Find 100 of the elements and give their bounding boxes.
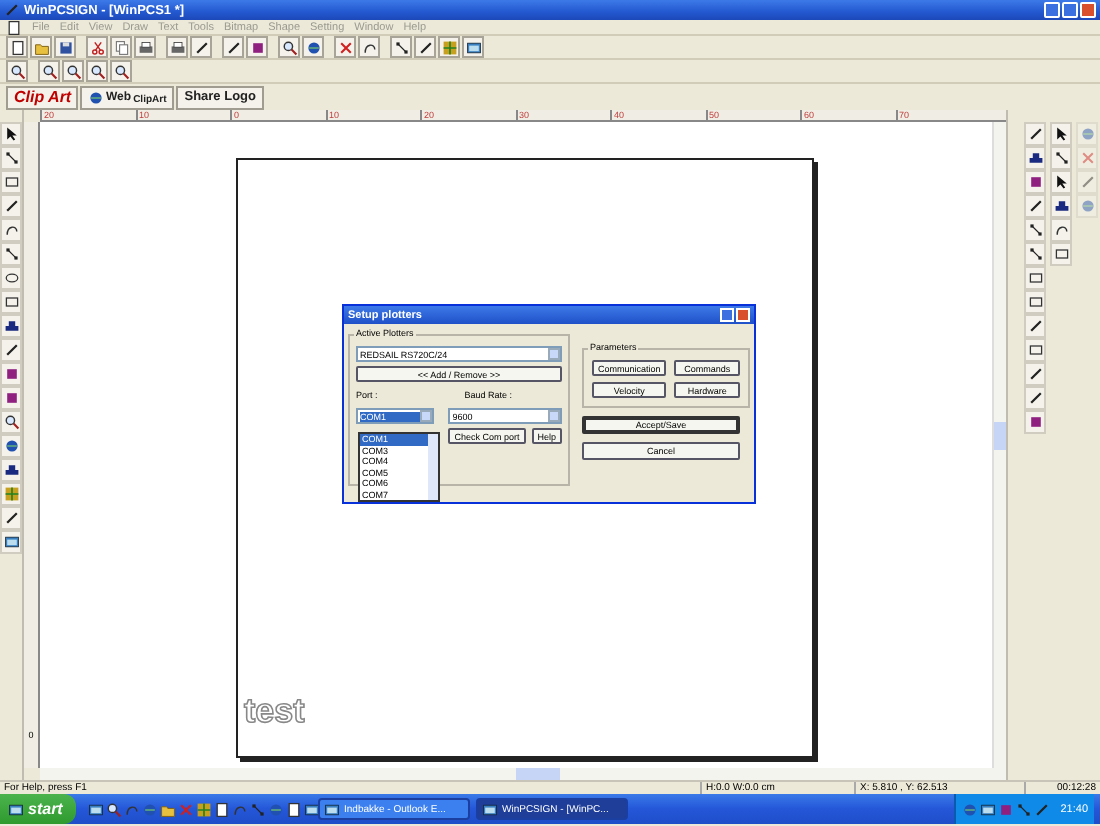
scroll-bar[interactable]: [992, 122, 1006, 768]
pen-icon: [1027, 198, 1043, 214]
folder-icon: [33, 39, 49, 55]
rect-icon: [1027, 342, 1043, 358]
page-icon: [286, 801, 302, 817]
grid-icon: [196, 801, 212, 817]
curve-icon: [124, 801, 140, 817]
stamp-icon: [1053, 198, 1069, 214]
node-icon: [393, 39, 409, 55]
toolbar-button[interactable]: [462, 36, 484, 58]
toolbar-button[interactable]: [54, 36, 76, 58]
globe-icon: [1079, 126, 1095, 142]
help-button[interactable]: [720, 308, 734, 322]
globe-icon: [142, 801, 158, 817]
toolbar-button[interactable]: [278, 36, 300, 58]
pen-icon: [3, 198, 19, 214]
square-icon: [3, 390, 19, 406]
square-icon: [998, 801, 1015, 817]
taskbar-button[interactable]: [106, 801, 122, 817]
magnifier-icon: [106, 801, 122, 817]
rect-icon: [3, 294, 19, 310]
node-icon: [3, 246, 19, 262]
magnifier-icon: [41, 63, 57, 79]
scissors-icon: [89, 39, 105, 55]
window-icon: [88, 801, 104, 817]
scroll-bar[interactable]: [428, 434, 438, 500]
globe-icon: [305, 39, 321, 55]
pen-icon: [417, 39, 433, 55]
clip-art-button[interactable]: Clip Art: [6, 85, 78, 109]
node-icon: [1053, 150, 1069, 166]
folder-icon: [160, 801, 176, 817]
close-button[interactable]: [736, 308, 750, 322]
pen-icon: [1034, 801, 1051, 817]
toolbar-button[interactable]: [62, 60, 84, 82]
toolbar-button[interactable]: [190, 36, 212, 58]
toolbar-button[interactable]: [6, 36, 28, 58]
magnifier-icon: [65, 63, 81, 79]
toolbar-button[interactable]: [414, 36, 436, 58]
globe-icon: [3, 438, 19, 454]
cross-icon: [1079, 150, 1095, 166]
toolbar-button[interactable]: [6, 60, 28, 82]
node-icon: [1016, 801, 1033, 817]
grid-icon: [3, 486, 19, 502]
magnifier-icon: [89, 63, 105, 79]
magnifier-icon: [3, 414, 19, 430]
arrow-icon: [3, 126, 19, 142]
square-icon: [3, 366, 19, 382]
maximize-button[interactable]: [1062, 2, 1078, 18]
pen-icon: [3, 342, 19, 358]
node-icon: [1027, 246, 1043, 262]
toolbar-button[interactable]: [358, 36, 380, 58]
pen-icon: [1027, 318, 1043, 334]
cross-icon: [337, 39, 353, 55]
toolbar-button[interactable]: [134, 36, 156, 58]
globe-icon: [88, 89, 104, 105]
pen-icon: [4, 2, 20, 18]
page-icon: [214, 801, 230, 817]
square-icon: [249, 39, 265, 55]
toolbar-button[interactable]: [302, 36, 324, 58]
toolbar-button[interactable]: [390, 36, 412, 58]
node-icon: [250, 801, 266, 817]
globe-icon: [268, 801, 284, 817]
cross-icon: [178, 801, 194, 817]
magnifier-icon: [9, 63, 25, 79]
node-icon: [3, 150, 19, 166]
text-object: test: [244, 694, 307, 728]
window-icon: [482, 801, 498, 817]
arrow-icon: [1053, 174, 1069, 190]
toolbar-button[interactable]: [86, 60, 108, 82]
curve-icon: [232, 801, 248, 817]
toolbar-button[interactable]: [110, 60, 132, 82]
grid-icon: [441, 39, 457, 55]
close-button[interactable]: [1080, 2, 1096, 18]
curve-icon: [1053, 222, 1069, 238]
toolbar-button[interactable]: [166, 36, 188, 58]
window-icon: [465, 39, 481, 55]
stamp-icon: [3, 462, 19, 478]
magnifier-icon: [113, 63, 129, 79]
globe-icon: [1079, 198, 1095, 214]
rect-icon: [3, 174, 19, 190]
pages-icon: [113, 39, 129, 55]
node-icon: [1027, 222, 1043, 238]
curve-icon: [361, 39, 377, 55]
pen-icon: [1027, 126, 1043, 142]
window-icon: [980, 801, 997, 817]
taskbar-button[interactable]: [88, 801, 104, 817]
toolbar-button[interactable]: [38, 60, 60, 82]
magnifier-icon: [281, 39, 297, 55]
ellipse-icon: [3, 270, 19, 286]
curve-icon: [3, 222, 19, 238]
square-icon: [1027, 414, 1043, 430]
minimize-button[interactable]: [1044, 2, 1060, 18]
drawing-canvas[interactable]: [40, 122, 992, 768]
scroll-bar[interactable]: [40, 768, 1006, 780]
arrow-icon: [1053, 126, 1069, 142]
toolbar-button[interactable]: [222, 36, 244, 58]
window-icon: [8, 801, 24, 817]
toolbar-button[interactable]: [246, 36, 268, 58]
window-icon: [3, 534, 19, 550]
pen-icon: [3, 510, 19, 526]
